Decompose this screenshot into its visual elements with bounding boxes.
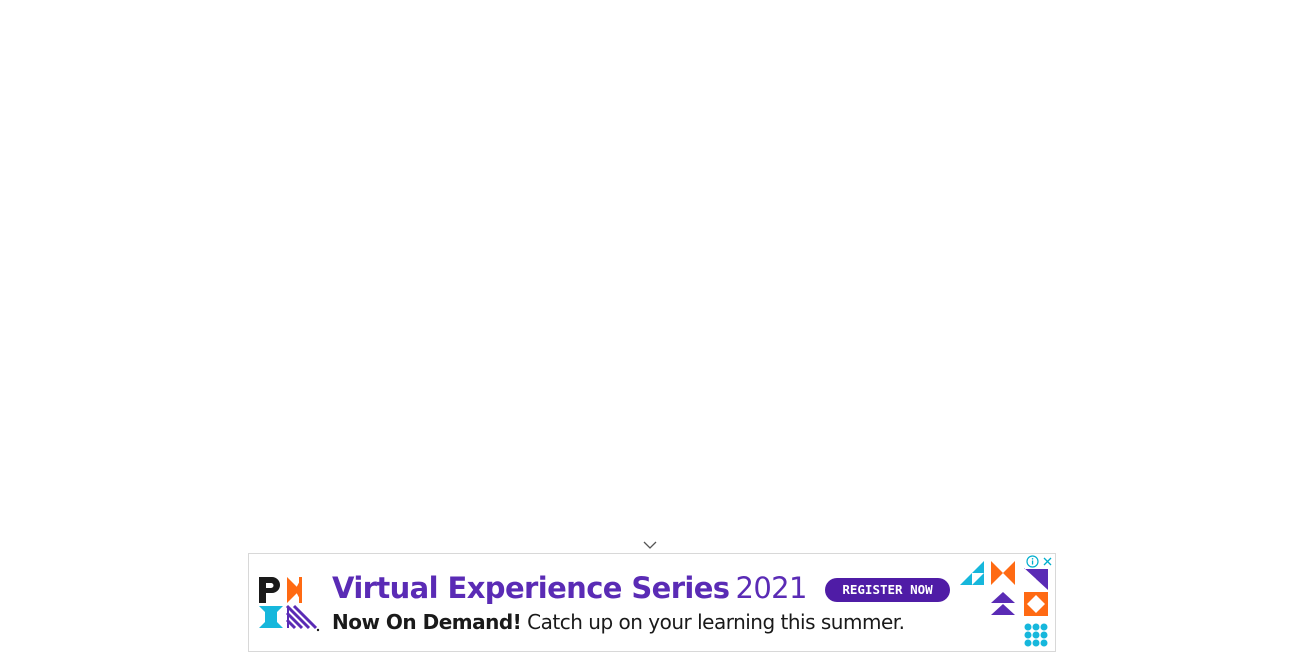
ad-subline[interactable]: Now On Demand! Catch up on your learning…: [332, 609, 905, 635]
pmi-logo: [259, 577, 320, 632]
chevron-down-icon[interactable]: [642, 539, 658, 551]
page: Virtual Experience Series 2021 REGISTER N…: [0, 0, 1304, 653]
ad-headline[interactable]: Virtual Experience Series 2021: [332, 570, 807, 606]
info-icon[interactable]: [1025, 554, 1040, 569]
ad-controls: [1025, 554, 1055, 569]
ad-subline-rest: Catch up on your learning this summer.: [521, 610, 905, 634]
register-now-button[interactable]: REGISTER NOW: [825, 578, 950, 602]
ad-headline-text: Virtual Experience Series: [332, 571, 730, 605]
ad-banner[interactable]: Virtual Experience Series 2021 REGISTER N…: [248, 553, 1056, 652]
close-icon[interactable]: [1040, 554, 1055, 569]
ad-subline-bold: Now On Demand!: [332, 610, 522, 634]
decorative-pattern: [960, 561, 1048, 647]
ad-headline-year: 2021: [735, 571, 807, 605]
